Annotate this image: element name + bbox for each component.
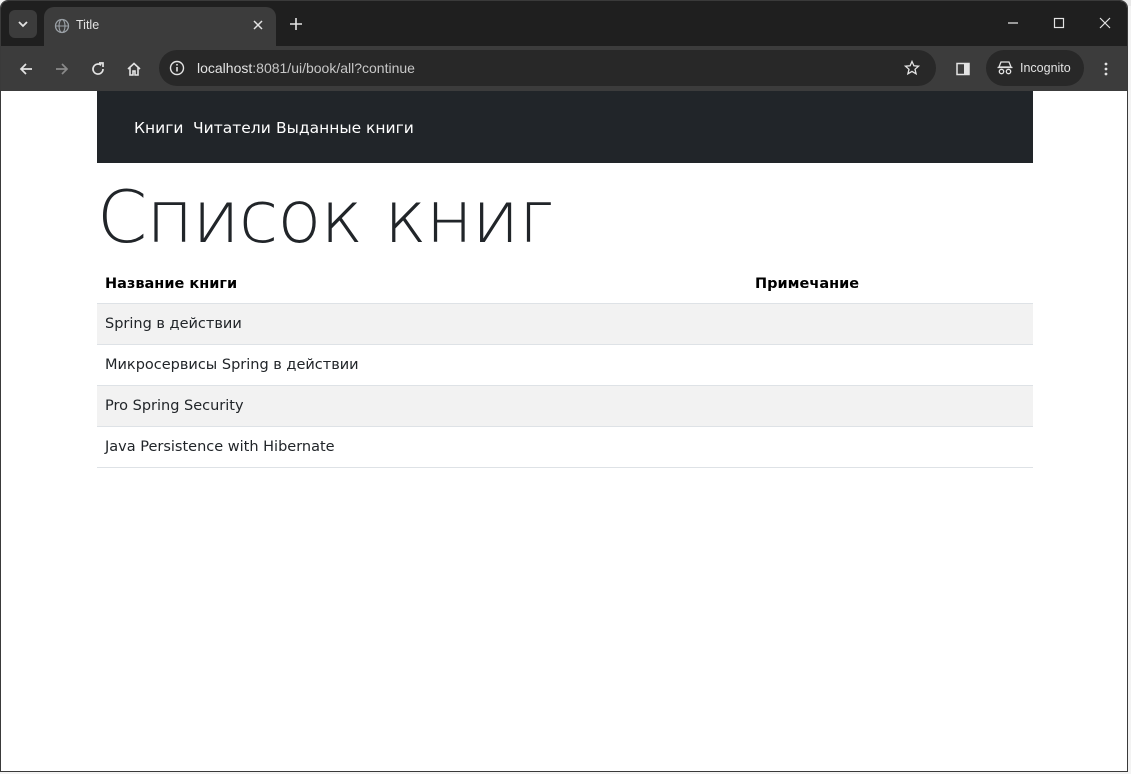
book-note-cell xyxy=(747,426,1033,468)
url-text[interactable]: localhost:8081/ui/book/all?continue xyxy=(197,60,415,76)
tab-search-button[interactable] xyxy=(9,10,37,38)
site-info-button[interactable] xyxy=(167,58,187,78)
tab-close-button[interactable] xyxy=(248,15,268,35)
book-note-cell xyxy=(747,344,1033,386)
kebab-menu-icon xyxy=(1104,62,1108,76)
minimize-button[interactable] xyxy=(1001,11,1025,35)
book-note-cell xyxy=(747,303,1033,345)
star-icon xyxy=(904,60,920,76)
column-header-note: Примечание xyxy=(747,265,1033,304)
book-title-cell: Java Persistence with Hibernate xyxy=(97,426,747,468)
table-row: Pro Spring Security xyxy=(97,385,1033,427)
tab-active[interactable]: Title xyxy=(44,7,276,46)
close-icon xyxy=(253,20,263,30)
book-title-cell: Spring в действии xyxy=(97,303,747,345)
bookmark-button[interactable] xyxy=(902,58,922,78)
reload-button[interactable] xyxy=(84,55,112,83)
page-title: Список книг xyxy=(97,175,554,259)
side-panel-button[interactable] xyxy=(949,55,977,83)
close-window-button[interactable] xyxy=(1093,11,1117,35)
book-title-cell: Микросервисы Spring в действии xyxy=(97,344,747,386)
info-icon xyxy=(169,60,185,76)
back-button[interactable] xyxy=(12,55,40,83)
globe-icon xyxy=(54,18,70,34)
page-viewport: Книги Читатели Выданные книги Список кни… xyxy=(1,91,1127,771)
reload-icon xyxy=(92,62,104,75)
tab-strip: Title xyxy=(1,1,1127,46)
book-title-cell: Pro Spring Security xyxy=(97,385,747,427)
nav-link-readers[interactable]: Читатели xyxy=(193,119,271,137)
incognito-icon xyxy=(997,61,1013,75)
arrow-right-icon xyxy=(56,63,69,75)
site-navbar: Книги Читатели Выданные книги xyxy=(97,91,1033,163)
new-tab-button[interactable] xyxy=(285,13,307,35)
side-panel-icon xyxy=(956,62,970,76)
maximize-icon xyxy=(1053,17,1065,29)
url-path: :8081/ui/book/all?continue xyxy=(252,60,415,76)
nav-link-books[interactable]: Книги xyxy=(134,119,183,137)
browser-window: Title localhost:8081/ui/book/all?continu… xyxy=(0,0,1128,772)
incognito-indicator[interactable]: Incognito xyxy=(986,50,1084,86)
arrow-left-icon xyxy=(19,63,32,75)
column-header-title: Название книги xyxy=(97,265,747,304)
table-row: Spring в действии xyxy=(97,303,1033,345)
address-bar[interactable]: localhost:8081/ui/book/all?continue xyxy=(159,50,936,86)
home-icon xyxy=(127,62,141,76)
table-row: Java Persistence with Hibernate xyxy=(97,426,1033,468)
table-row: Микросервисы Spring в действии xyxy=(97,344,1033,386)
nav-link-issued-books[interactable]: Выданные книги xyxy=(276,119,414,137)
table-header-row: Название книги Примечание xyxy=(97,265,1033,304)
browser-toolbar: localhost:8081/ui/book/all?continue Inco… xyxy=(1,46,1127,91)
url-host: localhost xyxy=(197,60,253,76)
maximize-button[interactable] xyxy=(1047,11,1071,35)
minimize-icon xyxy=(1008,22,1018,24)
close-window-icon xyxy=(1099,17,1111,29)
incognito-label: Incognito xyxy=(1020,61,1071,75)
book-note-cell xyxy=(747,385,1033,427)
home-button[interactable] xyxy=(120,55,148,83)
plus-icon xyxy=(290,18,302,30)
tab-title: Title xyxy=(76,18,100,32)
menu-button[interactable] xyxy=(1092,55,1120,83)
forward-button[interactable] xyxy=(48,55,76,83)
chevron-down-icon xyxy=(18,21,28,28)
book-table: Название книги Примечание Spring в дейст… xyxy=(97,265,1033,468)
